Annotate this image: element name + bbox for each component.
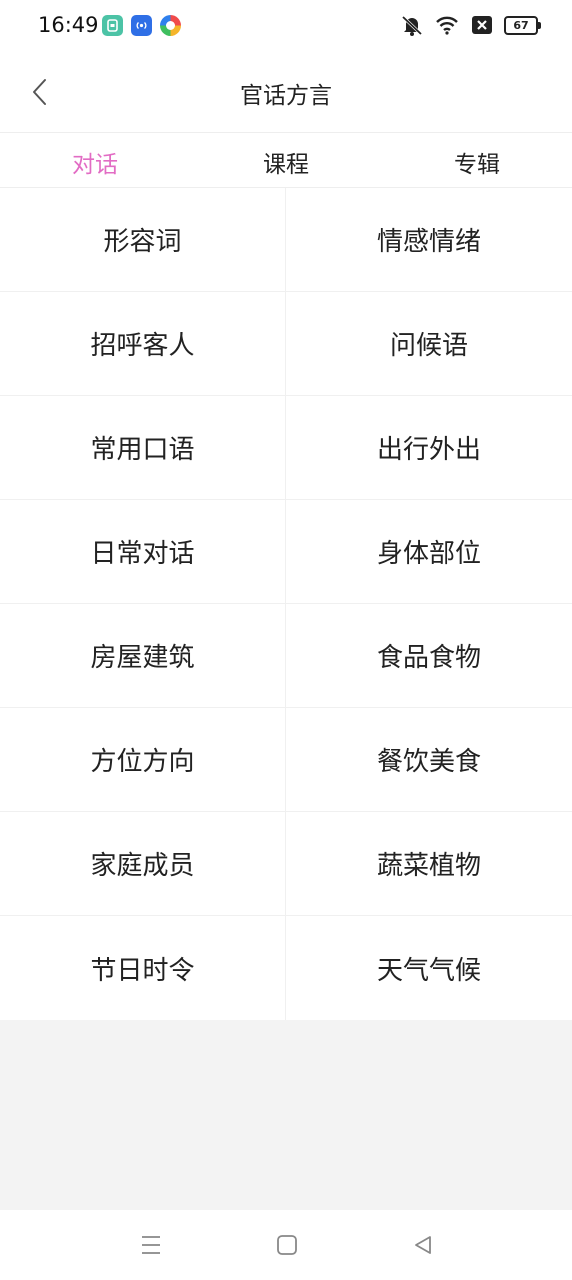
menu-icon: [142, 1236, 160, 1254]
screen: 16:49 67 官话方言 对话 课程 专辑 形容词 情感情绪 招呼客人 问候语…: [0, 0, 572, 1280]
category-item[interactable]: 节日时令: [0, 916, 286, 1020]
sim-off-icon: [469, 13, 495, 37]
category-item[interactable]: 蔬菜植物: [286, 812, 572, 916]
system-nav-bar: [0, 1210, 572, 1280]
category-grid: 形容词 情感情绪 招呼客人 问候语 常用口语 出行外出 日常对话 身体部位 房屋…: [0, 188, 572, 1020]
home-nav-button[interactable]: [272, 1230, 302, 1260]
nfc-app-icon: [131, 15, 152, 36]
category-item[interactable]: 天气气候: [286, 916, 572, 1020]
category-item[interactable]: 形容词: [0, 188, 286, 292]
back-nav-button[interactable]: [408, 1230, 438, 1260]
status-system-icons: 67: [399, 13, 541, 37]
status-bar: 16:49 67: [0, 0, 572, 52]
category-item[interactable]: 日常对话: [0, 500, 286, 604]
tab-courses[interactable]: 课程: [263, 145, 309, 179]
tab-dialogue[interactable]: 对话: [72, 145, 118, 179]
status-app-icons: [102, 15, 181, 36]
category-item[interactable]: 家庭成员: [0, 812, 286, 916]
category-item[interactable]: 情感情绪: [286, 188, 572, 292]
mute-icon: [399, 13, 425, 37]
status-time: 16:49: [38, 13, 99, 37]
category-item[interactable]: 房屋建筑: [0, 604, 286, 708]
home-icon: [277, 1235, 297, 1255]
category-item[interactable]: 食品食物: [286, 604, 572, 708]
category-item[interactable]: 常用口语: [0, 396, 286, 500]
category-item[interactable]: 招呼客人: [0, 292, 286, 396]
page-title: 官话方言: [240, 83, 332, 109]
category-item[interactable]: 餐饮美食: [286, 708, 572, 812]
category-item[interactable]: 出行外出: [286, 396, 572, 500]
menu-nav-button[interactable]: [136, 1230, 166, 1260]
tab-albums[interactable]: 专辑: [454, 145, 500, 179]
wifi-icon: [434, 13, 460, 37]
browser-app-icon: [160, 15, 181, 36]
notification-app-icon: [102, 15, 123, 36]
category-item[interactable]: 方位方向: [0, 708, 286, 812]
triangle-back-icon: [415, 1236, 431, 1254]
category-item[interactable]: 身体部位: [286, 500, 572, 604]
category-item[interactable]: 问候语: [286, 292, 572, 396]
battery-icon: 67: [504, 15, 541, 35]
header: 官话方言: [0, 52, 572, 133]
tab-bar: 对话 课程 专辑: [0, 133, 572, 188]
